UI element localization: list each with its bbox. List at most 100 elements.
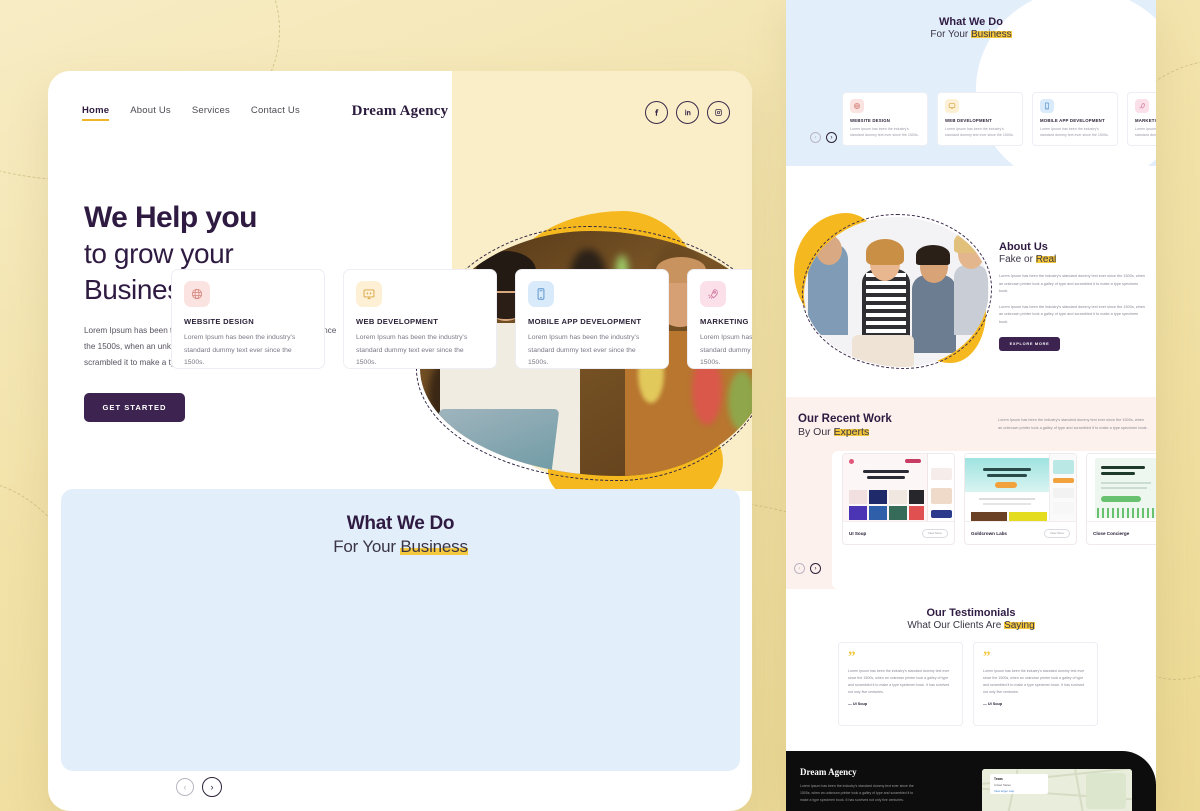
- right-service-cards: WEBSITE DESIGN Lorem Ipsum has been the …: [842, 92, 1156, 146]
- service-card-text: Lorem Ipsum has been the industry's stan…: [1040, 127, 1109, 138]
- footer-brand: Dream Agency: [800, 767, 857, 777]
- project-view-button[interactable]: View More: [921, 528, 948, 538]
- project-footer: Goldcrown Labs View More: [965, 522, 1076, 544]
- work-prev-button[interactable]: ‹: [794, 563, 805, 574]
- services-next-button[interactable]: ›: [202, 777, 222, 797]
- service-card-text: Lorem Ipsum has been the industry's stan…: [528, 334, 640, 367]
- instagram-icon[interactable]: [707, 101, 730, 124]
- testimonials-heading: Our Testimonials What Our Clients Are Sa…: [786, 597, 1156, 631]
- service-card[interactable]: WEBSITE DESIGN Lorem Ipsum has been the …: [842, 92, 928, 146]
- rocket-icon: [1135, 99, 1149, 113]
- main-landing-artboard: Home About Us Services Contact Us Dream …: [48, 71, 752, 811]
- service-card-text: Lorem Ipsum has been the industry's stan…: [184, 334, 296, 367]
- about-paragraph-1: Lorem Ipsum has been the industry's stan…: [999, 274, 1145, 294]
- get-started-button[interactable]: GET STARTED: [84, 393, 185, 423]
- project-card[interactable]: UI Soup View More: [842, 453, 955, 545]
- services-prev-button[interactable]: ‹: [810, 132, 821, 143]
- globe-icon: [184, 281, 210, 307]
- testimonial-cards: ” Lorem Ipsum has been the industry's st…: [838, 642, 1098, 726]
- project-thumbnail: [1087, 454, 1156, 522]
- service-card[interactable]: MARKETING Lorem Ipsum has been the indus…: [687, 269, 752, 369]
- service-card[interactable]: WEB DEVELOPMENT Lorem Ipsum has been the…: [937, 92, 1023, 146]
- linkedin-icon[interactable]: [676, 101, 699, 124]
- top-navigation: Home About Us Services Contact Us Dream …: [48, 71, 752, 155]
- service-card[interactable]: MOBILE APP DEVELOPMENT Lorem Ipsum has b…: [1032, 92, 1118, 146]
- about-title: About Us: [999, 241, 1048, 253]
- project-thumbnail: [843, 454, 954, 522]
- monitor-code-icon: [356, 281, 382, 307]
- what-we-do-section: What We Do For Your Business: [61, 489, 740, 771]
- service-card-text: Lorem Ipsum has been the industry's stan…: [700, 334, 752, 367]
- services-carousel-controls: ‹ ›: [176, 777, 222, 797]
- section-subtitle-prefix: For Your: [930, 29, 971, 40]
- testimonial-card: ” Lorem Ipsum has been the industry's st…: [973, 642, 1098, 726]
- service-card-title: MOBILE APP DEVELOPMENT: [1040, 118, 1105, 123]
- project-footer: UI Soup View More: [843, 522, 954, 544]
- nav-item-contact-us[interactable]: Contact Us: [251, 105, 300, 121]
- section-title: Our Recent Work: [798, 413, 892, 425]
- testimonials-section: Our Testimonials What Our Clients Are Sa…: [786, 597, 1156, 747]
- nav-item-about-us[interactable]: About Us: [130, 105, 171, 121]
- service-card-title: WEBSITE DESIGN: [850, 118, 891, 123]
- project-view-button[interactable]: View More: [1043, 528, 1070, 538]
- service-card-title: MOBILE APP DEVELOPMENT: [528, 317, 642, 326]
- section-subtitle-highlight: Business: [400, 537, 469, 556]
- service-cards: WEBSITE DESIGN Lorem Ipsum has been the …: [171, 269, 752, 369]
- services-prev-button[interactable]: ‹: [176, 778, 194, 796]
- service-card-text: Lorem Ipsum has been the industry's stan…: [850, 127, 919, 138]
- hero-laptop: [430, 409, 560, 476]
- nav-links: Home About Us Services Contact Us: [82, 105, 300, 121]
- section-subtitle-highlight: Business: [971, 29, 1012, 40]
- explore-more-button[interactable]: EXPLORE MORE: [999, 336, 1060, 351]
- section-subtitle: For Your Business: [61, 537, 740, 557]
- work-next-button[interactable]: ›: [810, 563, 821, 574]
- section-subtitle-highlight: Saying: [1004, 620, 1035, 631]
- rocket-icon: [700, 281, 726, 307]
- section-subtitle: What Our Clients Are Saying: [786, 620, 1156, 631]
- globe-icon: [850, 99, 864, 113]
- mobile-phone-icon: [1040, 99, 1054, 113]
- section-title: What We Do: [346, 513, 455, 534]
- project-footer: Close Concierge View More: [1087, 522, 1156, 544]
- service-card[interactable]: WEBSITE DESIGN Lorem Ipsum has been the …: [171, 269, 325, 369]
- about-text-block: About Us Fake or Real Lorem Ipsum has be…: [999, 241, 1145, 351]
- footer-paragraph: Lorem Ipsum has been the industry's stan…: [800, 784, 914, 802]
- service-card-text: Lorem Ipsum has been the industry's stan…: [1135, 127, 1156, 138]
- service-card-title: MARKETING: [1135, 118, 1156, 123]
- service-card-title: MARKETING: [700, 317, 749, 326]
- work-carousel-controls: ‹ ›: [794, 563, 821, 574]
- service-card-title: WEB DEVELOPMENT: [945, 118, 992, 123]
- nav-item-services[interactable]: Services: [192, 105, 230, 121]
- project-card[interactable]: Close Concierge View More: [1086, 453, 1156, 545]
- about-us-section: About Us Fake or Real Lorem Ipsum has be…: [786, 199, 1156, 389]
- right-services-carousel-controls: ‹ ›: [810, 132, 837, 143]
- hero-headline-line2: to grow your: [84, 237, 234, 269]
- section-title: What We Do: [939, 16, 1003, 28]
- page-footer: Dream Agency Lorem Ipsum has been the in…: [786, 751, 1156, 811]
- testimonial-text: Lorem Ipsum has been the industry's stan…: [848, 669, 950, 694]
- section-subtitle-prefix: By Our: [798, 426, 834, 438]
- testimonial-author: — UI Soup: [848, 702, 868, 706]
- testimonial-card: ” Lorem Ipsum has been the industry's st…: [838, 642, 963, 726]
- nav-item-home[interactable]: Home: [82, 105, 110, 121]
- project-card[interactable]: Goldcrown Labs View More: [964, 453, 1077, 545]
- about-subtitle: Fake or Real: [999, 254, 1145, 265]
- testimonial-text: Lorem Ipsum has been the industry's stan…: [983, 669, 1085, 694]
- section-subtitle: For Your Business: [786, 29, 1156, 40]
- recent-work-heading: Our Recent Work By Our Experts: [798, 413, 892, 438]
- secondary-landing-artboard: What We Do For Your Business WEBSITE DES…: [786, 0, 1156, 811]
- service-card[interactable]: WEB DEVELOPMENT Lorem Ipsum has been the…: [343, 269, 497, 369]
- footer-map[interactable]: Texas United States View larger map: [982, 769, 1132, 811]
- service-card-text: Lorem Ipsum has been the industry's stan…: [356, 334, 468, 367]
- service-card[interactable]: MARKETING Lorem Ipsum has been the indus…: [1127, 92, 1156, 146]
- section-subtitle-prefix: For Your: [333, 537, 401, 556]
- quote-icon: ”: [983, 649, 991, 665]
- service-card-title: WEB DEVELOPMENT: [356, 317, 439, 326]
- hero-headline-line1: We Help you: [84, 201, 257, 234]
- footer-map-card: Texas United States View larger map: [990, 774, 1048, 794]
- services-next-button[interactable]: ›: [826, 132, 837, 143]
- monitor-code-icon: [945, 99, 959, 113]
- service-card[interactable]: MOBILE APP DEVELOPMENT Lorem Ipsum has b…: [515, 269, 669, 369]
- facebook-icon[interactable]: [645, 101, 668, 124]
- footer-map-link[interactable]: View larger map: [994, 789, 1044, 793]
